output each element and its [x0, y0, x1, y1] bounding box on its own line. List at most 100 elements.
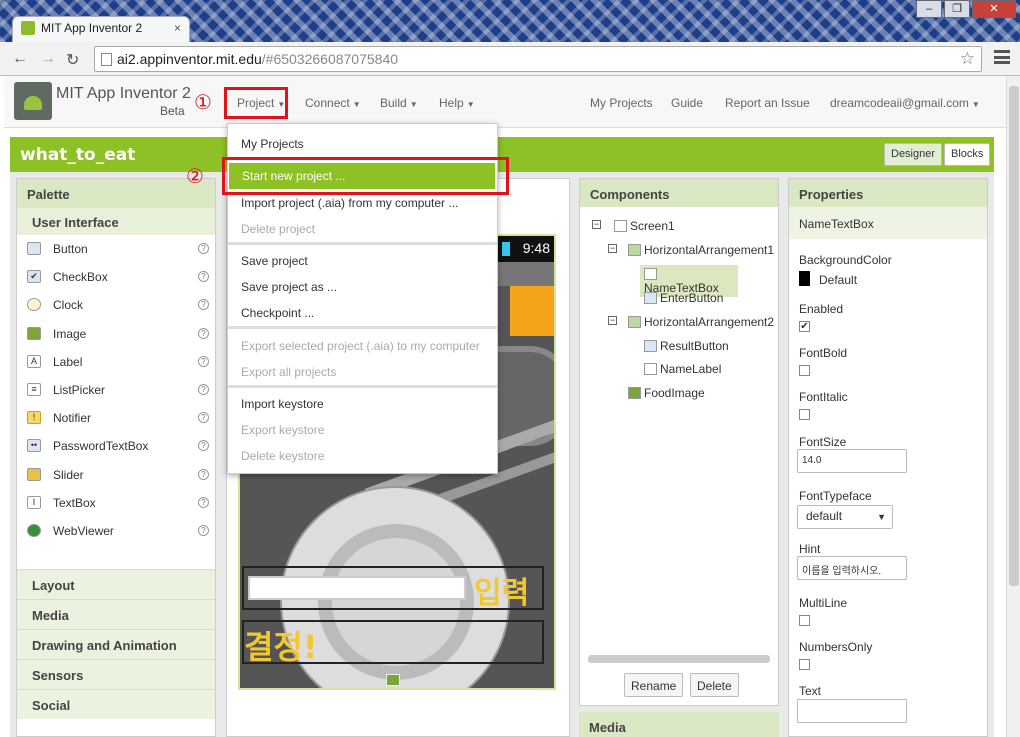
dropdown-arrow-icon: ▼ — [877, 512, 886, 522]
palette-section-user-interface[interactable]: User Interface — [17, 207, 215, 235]
blocks-button[interactable]: Blocks — [944, 143, 991, 166]
browser-menu-icon[interactable] — [994, 50, 1010, 64]
palette-category-social[interactable]: Social — [17, 689, 215, 719]
menu-item-checkpoint[interactable]: Checkpoint ... — [228, 300, 497, 326]
horizontal-arrangement-2[interactable]: 결정! — [242, 620, 544, 666]
prop-hint-label: Hint — [799, 542, 821, 556]
bookmark-star-icon[interactable]: ☆ — [960, 49, 975, 69]
minimize-button[interactable]: – — [916, 0, 942, 18]
menu-item-import-keystore[interactable]: Import keystore — [228, 391, 497, 417]
prop-multiline-checkbox[interactable] — [799, 615, 810, 626]
account-menu[interactable]: dreamcodeaii@gmail.com ▼ — [830, 96, 980, 110]
forward-arrow-icon[interactable]: → — [40, 50, 56, 68]
menu-item-save-project-as[interactable]: Save project as ... — [228, 274, 497, 300]
address-bar[interactable]: ai2.appinventor.mit.edu/#650326608707584… — [94, 46, 982, 72]
app-beta-label: Beta — [160, 104, 185, 118]
tree-horizontalarrangement2[interactable]: HorizontalArrangement2 — [628, 315, 774, 329]
help-icon[interactable]: ? — [198, 440, 209, 452]
tree-resultbutton[interactable]: ResultButton — [644, 339, 729, 353]
scrollbar-thumb[interactable] — [1009, 86, 1019, 586]
collapse-icon[interactable]: − — [608, 244, 617, 253]
help-icon[interactable]: ? — [198, 383, 209, 395]
annotation-box-project — [224, 87, 288, 119]
app-inventor-logo-icon[interactable] — [14, 82, 52, 120]
maximize-button[interactable]: ❐ — [944, 0, 970, 18]
palette-item-textbox[interactable]: I TextBox? — [17, 489, 215, 517]
help-icon[interactable]: ? — [198, 496, 209, 508]
prop-fontitalic-checkbox[interactable] — [799, 409, 810, 420]
tree-foodimage[interactable]: FoodImage — [628, 386, 705, 400]
help-icon[interactable]: ? — [198, 524, 209, 536]
help-icon[interactable]: ? — [198, 271, 209, 283]
palette-item-notifier[interactable]: ! Notifier? — [17, 404, 215, 432]
rename-button[interactable]: Rename — [624, 673, 684, 697]
result-button[interactable]: 결정! — [244, 622, 317, 668]
horizontal-arrangement-1[interactable]: 입력 — [242, 566, 544, 612]
palette-category-sensors[interactable]: Sensors — [17, 659, 215, 689]
app-header: MIT App Inventor 2 Beta Project ▼ Connect… — [4, 76, 1010, 128]
palette-item-listpicker[interactable]: ≡ ListPicker? — [17, 376, 215, 404]
collapse-icon[interactable]: − — [592, 220, 601, 229]
prop-hint-input[interactable]: 이름을 입력하시오. — [797, 556, 907, 580]
prop-fontsize-input[interactable]: 14.0 — [797, 449, 907, 473]
tree-enterbutton[interactable]: EnterButton — [644, 291, 723, 305]
palette-item-webviewer[interactable]: WebViewer? — [17, 517, 215, 545]
menu-help[interactable]: Help ▼ — [439, 96, 475, 110]
palette-item-slider[interactable]: Slider? — [17, 461, 215, 489]
palette-item-label[interactable]: A Label? — [17, 348, 215, 376]
palette-category-drawing[interactable]: Drawing and Animation — [17, 629, 215, 659]
help-icon[interactable]: ? — [198, 412, 209, 424]
media-panel-title: Media — [579, 712, 779, 737]
delete-button[interactable]: Delete — [690, 673, 739, 697]
palette-item-clock[interactable]: Clock? — [17, 291, 215, 319]
prop-numbersonly-checkbox[interactable] — [799, 659, 810, 670]
palette-item-image[interactable]: Image? — [17, 320, 215, 348]
palette-panel: Palette User Interface Button? ✔ CheckBox… — [16, 178, 216, 737]
help-icon[interactable]: ? — [198, 327, 209, 339]
palette-item-label: ListPicker — [53, 382, 106, 397]
palette-item-passwordtextbox[interactable]: •• PasswordTextBox? — [17, 432, 215, 460]
menu-connect[interactable]: Connect ▼ — [305, 96, 361, 110]
prop-text-input[interactable] — [797, 699, 907, 723]
designer-button[interactable]: Designer — [884, 143, 943, 166]
help-icon[interactable]: ? — [198, 243, 209, 254]
prop-fontbold-checkbox[interactable] — [799, 365, 810, 376]
palette-item-checkbox[interactable]: ✔ CheckBox? — [17, 263, 215, 291]
label-icon: A — [27, 354, 41, 368]
prop-backgroundcolor-value[interactable]: Default — [819, 273, 857, 287]
browser-tab[interactable]: MIT App Inventor 2 × — [12, 16, 190, 42]
tree-horizontalarrangement1[interactable]: HorizontalArrangement1 — [628, 243, 774, 257]
battery-icon — [502, 242, 510, 256]
page-scrollbar[interactable] — [1006, 76, 1020, 737]
menu-item-save-project[interactable]: Save project — [228, 248, 497, 274]
collapse-icon[interactable]: − — [608, 316, 617, 325]
reload-icon[interactable]: ↻ — [66, 50, 79, 70]
color-swatch[interactable] — [799, 271, 810, 286]
tree-screen1[interactable]: Screen1 — [614, 219, 675, 233]
palette-item-button[interactable]: Button? — [17, 235, 215, 263]
back-arrow-icon[interactable]: ← — [12, 50, 28, 68]
palette-category-layout[interactable]: Layout — [17, 569, 215, 599]
tree-label: EnterButton — [660, 291, 724, 305]
tab-close-icon[interactable]: × — [174, 21, 181, 35]
menu-item-my-projects[interactable]: My Projects — [228, 131, 497, 157]
checkbox-icon: ✔ — [27, 270, 41, 284]
prop-enabled-checkbox[interactable]: ✔ — [799, 321, 810, 332]
link-my-projects[interactable]: My Projects — [590, 96, 653, 110]
palette-item-label: Image — [53, 326, 87, 341]
tree-namelabel[interactable]: NameLabel — [644, 362, 721, 376]
prop-fonttypeface-select[interactable]: default ▼ — [797, 505, 893, 529]
link-report-issue[interactable]: Report an Issue — [725, 96, 810, 110]
enter-button[interactable]: 입력 — [474, 568, 529, 612]
palette-category-media[interactable]: Media — [17, 599, 215, 629]
name-textbox[interactable] — [248, 576, 466, 600]
menu-build[interactable]: Build ▼ — [380, 96, 418, 110]
link-guide[interactable]: Guide — [671, 96, 703, 110]
food-image-icon[interactable] — [386, 674, 400, 686]
help-icon[interactable]: ? — [198, 299, 209, 311]
button-icon — [27, 242, 41, 255]
help-icon[interactable]: ? — [198, 355, 209, 367]
help-icon[interactable]: ? — [198, 468, 209, 480]
window-close-button[interactable]: ✕ — [972, 0, 1016, 18]
components-scrollbar[interactable] — [588, 655, 770, 663]
